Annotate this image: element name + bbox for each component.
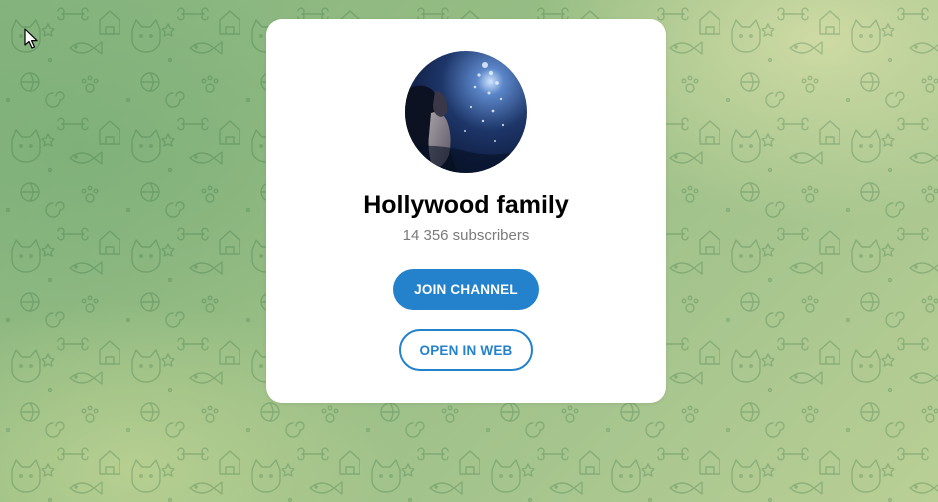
join-channel-button[interactable]: JOIN CHANNEL	[393, 269, 539, 310]
mouse-pointer-icon	[24, 28, 38, 49]
channel-avatar[interactable]	[405, 51, 527, 173]
subscriber-count: 14 356 subscribers	[402, 227, 530, 244]
channel-avatar-photo	[405, 51, 527, 173]
channel-card: Hollywood family 14 356 subscribers JOIN…	[266, 19, 666, 403]
channel-title: Hollywood family	[363, 191, 569, 219]
open-in-web-button[interactable]: OPEN IN WEB	[399, 329, 533, 371]
